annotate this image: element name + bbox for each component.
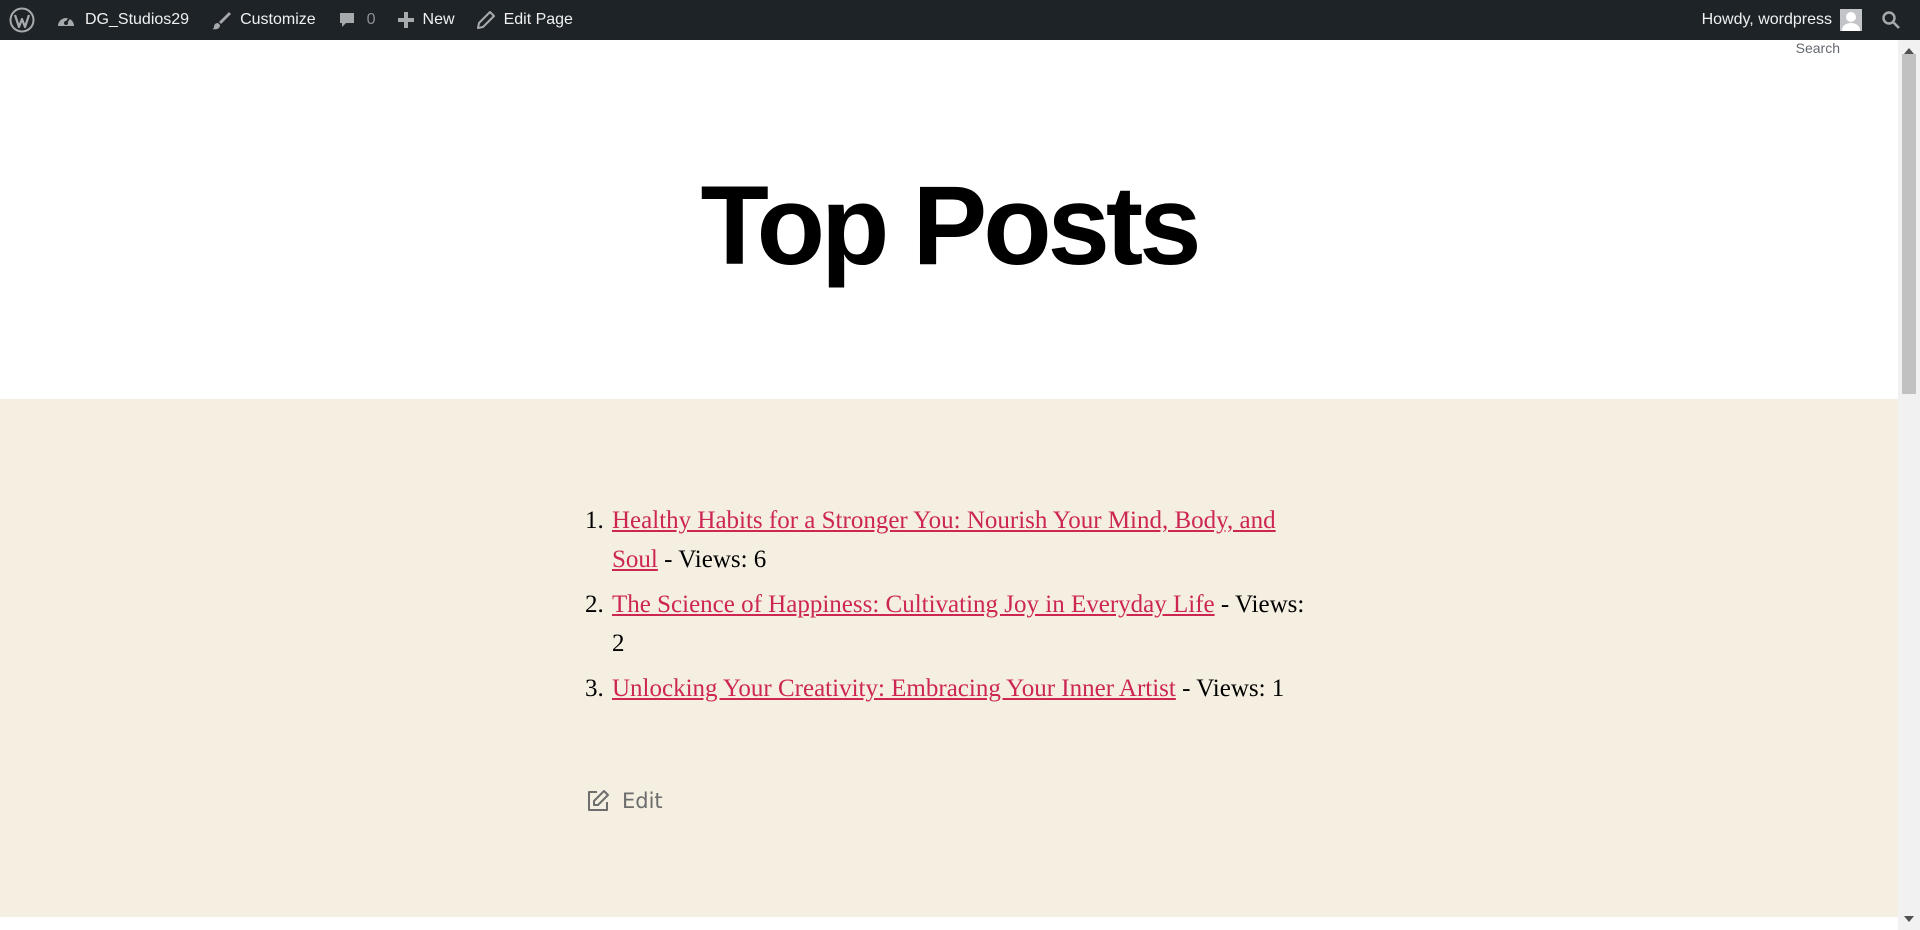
site-name-label: DG_Studios29: [85, 11, 190, 28]
wordpress-logo-button[interactable]: [0, 0, 45, 40]
scrollbar-thumb[interactable]: [1902, 54, 1916, 394]
wordpress-icon: [9, 7, 35, 33]
paintbrush-icon: [212, 12, 232, 30]
list-item: 1. Healthy Habits for a Stronger You: No…: [585, 501, 1312, 579]
content-area: 1. Healthy Habits for a Stronger You: No…: [0, 399, 1898, 917]
edit-icon: [588, 790, 609, 811]
user-account-menu[interactable]: Howdy, wordpress: [1691, 0, 1874, 40]
comments-count: 0: [366, 11, 376, 28]
new-content-button[interactable]: New: [387, 0, 466, 40]
list-number: 3.: [585, 675, 604, 702]
new-label: New: [422, 11, 455, 28]
list-item: 3. Unlocking Your Creativity: Embracing …: [585, 669, 1312, 708]
post-views: - Views: 6: [657, 546, 767, 573]
edit-page-label: Edit Page: [503, 11, 573, 28]
customize-label: Customize: [240, 11, 316, 28]
customize-button[interactable]: Customize: [200, 0, 327, 40]
list-item: 2. The Science of Happiness: Cultivating…: [585, 585, 1312, 663]
top-posts-list: 1. Healthy Habits for a Stronger You: No…: [585, 501, 1312, 714]
dashboard-icon: [58, 16, 74, 26]
site-name-menu[interactable]: DG_Studios29: [45, 0, 200, 40]
vertical-scrollbar[interactable]: [1898, 40, 1920, 930]
admin-search-button[interactable]: [1874, 0, 1920, 40]
comment-bubble-icon: [339, 13, 354, 27]
avatar: [1840, 9, 1862, 31]
edit-label: Edit: [622, 789, 663, 813]
post-link[interactable]: Unlocking Your Creativity: Embracing You…: [612, 675, 1176, 702]
page-title: Top Posts: [700, 163, 1201, 288]
howdy-label: Howdy, wordpress: [1701, 11, 1832, 28]
edit-link[interactable]: Edit: [586, 789, 663, 813]
plus-icon: [397, 12, 414, 28]
scroll-down-arrow-icon[interactable]: [1904, 916, 1914, 922]
admin-bar: DG_Studios29 Customize 0 New Edit Page H…: [0, 0, 1920, 40]
post-link[interactable]: The Science of Happiness: Cultivating Jo…: [612, 591, 1215, 618]
search-label[interactable]: Search: [1796, 40, 1840, 56]
list-number: 2.: [585, 591, 604, 618]
post-views: - Views: 1: [1175, 675, 1285, 702]
page-bottom: [0, 917, 1898, 930]
edit-page-button[interactable]: Edit Page: [466, 0, 584, 40]
pencil-icon: [476, 11, 495, 29]
search-icon: [1882, 11, 1900, 29]
comments-button[interactable]: 0: [327, 0, 387, 40]
list-number: 1.: [585, 507, 604, 534]
